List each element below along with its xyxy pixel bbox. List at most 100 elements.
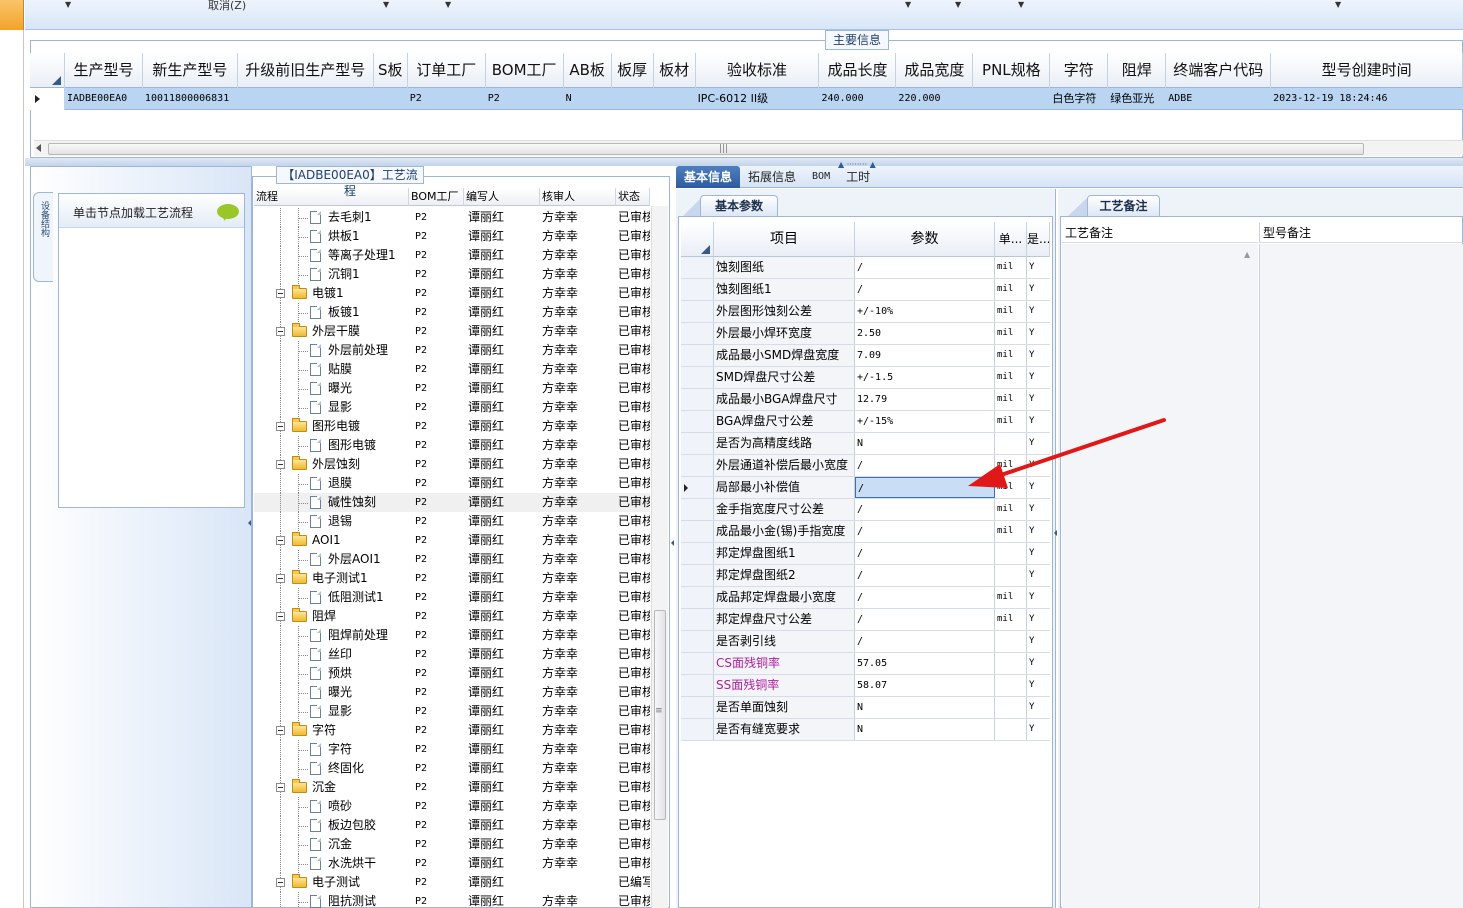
- row-indicator[interactable]: [681, 565, 714, 586]
- main-grid-cell[interactable]: 2023-12-19 18:24:46: [1271, 88, 1463, 110]
- param-row[interactable]: 是否单面蚀刻 N Y: [681, 697, 1050, 719]
- main-grid-cell[interactable]: ADBE: [1166, 88, 1271, 110]
- row-indicator[interactable]: [681, 345, 714, 366]
- cancel-button[interactable]: 取消(Z): [208, 0, 246, 13]
- collapse-node-icon[interactable]: [276, 460, 285, 469]
- collapse-node-icon[interactable]: [276, 726, 285, 735]
- process-row[interactable]: 去毛刺1 P2 谭丽红 方幸幸 已审核: [254, 208, 650, 227]
- row-indicator[interactable]: [681, 675, 714, 696]
- process-row[interactable]: 贴膜 P2 谭丽红 方幸幸 已审核: [254, 360, 650, 379]
- param-row[interactable]: 成品最小SMD焊盘宽度 7.09 mil Y: [681, 345, 1050, 367]
- horizontal-scrollbar[interactable]: |||: [34, 140, 1463, 156]
- main-grid-cell[interactable]: P2: [486, 88, 564, 110]
- param-value-cell[interactable]: /: [855, 587, 995, 608]
- dropdown-arrow-icon[interactable]: ▼: [65, 0, 71, 9]
- tab-bom[interactable]: BOM: [804, 166, 838, 188]
- collapse-node-icon[interactable]: [276, 783, 285, 792]
- main-grid-cell[interactable]: IADBE00EA0: [65, 88, 143, 110]
- row-indicator[interactable]: [30, 88, 65, 110]
- process-row[interactable]: 图形电镀 P2 谭丽红 方幸幸 已审核: [254, 436, 650, 455]
- main-col-header[interactable]: 终端客户代码: [1166, 53, 1272, 88]
- process-row[interactable]: 显影 P2 谭丽红 方幸幸 已审核: [254, 702, 650, 721]
- main-col-header[interactable]: S板: [374, 53, 408, 88]
- collapse-node-icon[interactable]: [276, 574, 285, 583]
- param-row[interactable]: 邦定焊盘图纸2/ Y: [681, 565, 1050, 587]
- main-grid-cell[interactable]: 白色字符: [1050, 88, 1108, 110]
- param-row[interactable]: 金手指宽度尺寸公差 / mil Y: [681, 499, 1050, 521]
- scrollbar-thumb[interactable]: |||: [48, 143, 1364, 155]
- device-structure-tab[interactable]: 设备结构: [33, 192, 53, 282]
- main-col-header[interactable]: 订单工厂: [408, 53, 486, 88]
- dropdown-arrow-icon[interactable]: ▼: [1018, 0, 1024, 9]
- process-row[interactable]: 喷砂 P2 谭丽红 方幸幸 已审核: [254, 797, 650, 816]
- process-row[interactable]: 水洗烘干 P2 谭丽红 方幸幸 已审核: [254, 854, 650, 873]
- main-col-header[interactable]: PNL规格: [973, 53, 1051, 88]
- row-indicator[interactable]: [681, 367, 714, 388]
- main-grid-cell[interactable]: 10011800006831: [143, 88, 238, 110]
- param-value-cell[interactable]: 58.07: [855, 675, 995, 696]
- process-row[interactable]: 外层干膜 P2 谭丽红 方幸幸 已审核: [254, 322, 650, 341]
- param-value-cell[interactable]: 7.09: [855, 345, 995, 366]
- param-row[interactable]: 邦定焊盘尺寸公差 / mil Y: [681, 609, 1050, 631]
- param-row[interactable]: SS面残铜率 58.07 Y: [681, 675, 1050, 697]
- process-row[interactable]: 电镀1 P2 谭丽红 方幸幸 已审核: [254, 284, 650, 303]
- tab-work-hours[interactable]: 工时: [838, 166, 878, 188]
- row-indicator[interactable]: [681, 543, 714, 564]
- process-row[interactable]: 沉金 P2 谭丽红 方幸幸 已审核: [254, 778, 650, 797]
- main-col-header[interactable]: 生产型号: [65, 53, 143, 88]
- param-value-cell[interactable]: /: [855, 521, 995, 542]
- process-row[interactable]: 字符 P2 谭丽红 方幸幸 已审核: [254, 721, 650, 740]
- process-row[interactable]: 沉铜1 P2 谭丽红 方幸幸 已审核: [254, 265, 650, 284]
- main-grid-cell[interactable]: N: [564, 88, 612, 110]
- collapse-node-icon[interactable]: [276, 289, 285, 298]
- row-indicator[interactable]: [681, 433, 714, 454]
- main-grid-cell[interactable]: [612, 88, 654, 110]
- main-grid-cell[interactable]: 220.000: [896, 88, 973, 110]
- param-value-cell[interactable]: +/-1.5: [855, 367, 995, 388]
- main-col-header[interactable]: 阻焊: [1108, 53, 1167, 88]
- main-col-header[interactable]: 升级前旧生产型号: [238, 53, 374, 88]
- row-indicator[interactable]: [681, 323, 714, 344]
- dropdown-arrow-icon[interactable]: ▼: [905, 0, 911, 9]
- param-value-cell[interactable]: /: [855, 257, 995, 278]
- param-row[interactable]: 成品邦定焊盘最小宽度 / mil Y: [681, 587, 1050, 609]
- splitter-grip-icon[interactable]: ▲ ········ ▲: [838, 160, 876, 169]
- row-indicator[interactable]: [681, 609, 714, 630]
- col-yes-no[interactable]: 是...: [1027, 222, 1050, 257]
- col-writer[interactable]: 编写人: [464, 188, 540, 206]
- param-row[interactable]: 外层图形蚀刻公差 +/-10% mil Y: [681, 301, 1050, 323]
- process-row[interactable]: 阻焊 P2 谭丽红 方幸幸 已审核: [254, 607, 650, 626]
- collapse-node-icon[interactable]: [276, 327, 285, 336]
- main-col-header[interactable]: 新生产型号: [143, 53, 238, 88]
- process-row[interactable]: 烘板1 P2 谭丽红 方幸幸 已审核: [254, 227, 650, 246]
- param-value-cell[interactable]: /: [855, 565, 995, 586]
- param-row[interactable]: 外层最小焊环宽度 2.50 mil Y: [681, 323, 1050, 345]
- main-grid-cell[interactable]: 绿色亚光: [1108, 88, 1166, 110]
- main-col-header[interactable]: 成品长度: [819, 53, 897, 88]
- process-row[interactable]: 电子测试1 P2 谭丽红 方幸幸 已审核: [254, 569, 650, 588]
- dropdown-arrow-icon[interactable]: ▼: [955, 0, 961, 9]
- row-indicator[interactable]: [681, 521, 714, 542]
- main-col-header[interactable]: 验收标准: [696, 53, 820, 88]
- process-row[interactable]: 外层蚀刻 P2 谭丽红 方幸幸 已审核: [254, 455, 650, 474]
- dropdown-arrow-icon[interactable]: ▼: [383, 0, 389, 9]
- tab-extended-info[interactable]: 拓展信息: [740, 166, 804, 188]
- tab-basic-info[interactable]: 基本信息: [676, 166, 741, 188]
- main-grid-cell[interactable]: IPC-6012 II级: [696, 88, 820, 110]
- row-indicator[interactable]: [681, 279, 714, 300]
- col-status[interactable]: 状态: [616, 188, 650, 206]
- process-row[interactable]: 曝光 P2 谭丽红 方幸幸 已审核: [254, 683, 650, 702]
- param-row[interactable]: 是否剥引线 / Y: [681, 631, 1050, 653]
- row-indicator[interactable]: [681, 389, 714, 410]
- param-value-cell[interactable]: /: [855, 631, 995, 652]
- dropdown-arrow-icon[interactable]: ▼: [1335, 0, 1341, 9]
- collapse-node-icon[interactable]: [276, 612, 285, 621]
- col-bom-factory[interactable]: BOM工厂: [409, 188, 464, 206]
- param-value-cell[interactable]: 2.50: [855, 323, 995, 344]
- col-param[interactable]: 参数: [855, 222, 995, 257]
- col-reviewer[interactable]: 核审人: [540, 188, 616, 206]
- process-row[interactable]: 阻焊前处理 P2 谭丽红 方幸幸 已审核: [254, 626, 650, 645]
- main-col-header[interactable]: 型号创建时间: [1271, 53, 1463, 88]
- param-value-cell[interactable]: /: [855, 543, 995, 564]
- param-row[interactable]: SMD焊盘尺寸公差 +/-1.5 mil Y: [681, 367, 1050, 389]
